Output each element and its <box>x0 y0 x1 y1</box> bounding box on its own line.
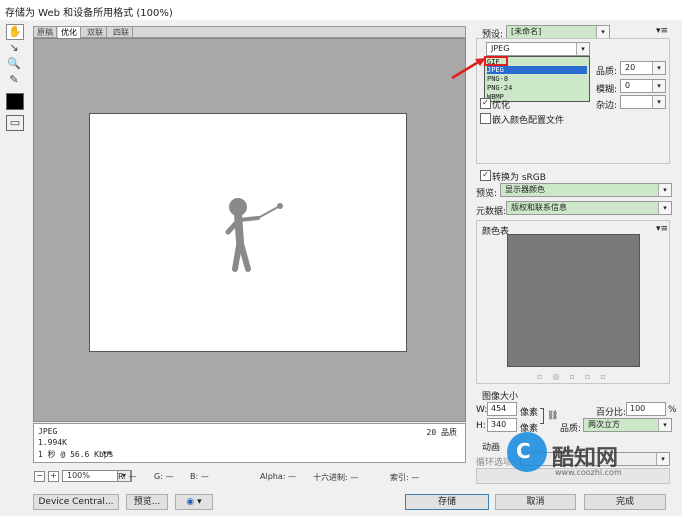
cancel-button[interactable]: 取消 <box>495 494 576 510</box>
chain-link-icon[interactable]: ⛓ <box>547 411 558 421</box>
info-menu-icon[interactable]: ▾≡ <box>102 448 112 457</box>
percent-unit: % <box>668 405 677 415</box>
image-size-label: 图像大小 <box>482 392 519 402</box>
info-quality: 20 品质 <box>426 428 457 437</box>
zoom-out-button[interactable]: − <box>34 471 45 482</box>
height-label: H: <box>476 421 486 431</box>
eyedropper-tool-icon[interactable]: ✎ <box>6 73 22 87</box>
readout-index: 索引: — <box>390 473 420 482</box>
resample-label: 品质: <box>560 424 582 434</box>
matte-select[interactable]: ▾ <box>620 95 666 109</box>
format-value: JPEG <box>491 44 510 53</box>
red-arrow-icon <box>451 58 486 80</box>
browser-globe-icon: ◉ <box>186 497 195 507</box>
preview-image <box>89 113 407 352</box>
window-title: 存储为 Web 和设备所用格式 (100%) <box>5 8 173 19</box>
preset-value: [未命名] <box>511 27 542 36</box>
blur-label: 模糊: <box>596 85 618 95</box>
browser-dropdown-arrow-icon: ▾ <box>197 497 202 507</box>
constrain-bracket <box>540 408 544 424</box>
format-arrow-icon: ▾ <box>576 43 589 55</box>
preset-arrow-icon: ▾ <box>596 26 609 38</box>
color-table-tool-icons[interactable]: ▫◎▫▫▫ <box>537 372 616 381</box>
preview-value: 显示器颜色 <box>505 185 545 194</box>
metadata-value: 版权和联系信息 <box>511 203 567 212</box>
readout-hex: 十六进制: — <box>313 473 359 482</box>
preview-select[interactable]: 显示器颜色 ▾ <box>500 183 672 197</box>
tab-4up[interactable]: 四联 <box>110 27 133 38</box>
optimization-info: JPEG 1.994K 1 秒 @ 56.6 Kbps ▾≡ 20 品质 <box>33 423 466 463</box>
metadata-arrow-icon: ▾ <box>658 202 671 214</box>
embed-profile-checkbox[interactable] <box>480 113 491 124</box>
device-central-button[interactable]: Device Central... <box>33 494 119 510</box>
quality-input[interactable]: 20 ▾ <box>620 61 666 75</box>
zoom-value: 100% <box>67 471 90 480</box>
readout-b: B: — <box>190 472 209 481</box>
color-table-menu-icon[interactable]: ▾≡ <box>656 224 668 234</box>
loop-options-label: 循环选项 <box>476 458 513 468</box>
embed-profile-label: 嵌入颜色配置文件 <box>492 116 565 126</box>
preset-menu-icon[interactable]: ▾≡ <box>656 26 668 36</box>
resample-select[interactable]: 两次立方 ▾ <box>583 418 672 432</box>
stick-figure-illustration <box>225 198 283 272</box>
format-select[interactable]: JPEG ▾ <box>486 42 590 56</box>
readout-r: R: — <box>118 472 137 481</box>
tab-optimized[interactable]: 优化 <box>58 27 81 38</box>
convert-srgb-label: 转换为 sRGB <box>492 173 546 183</box>
width-label: W: <box>476 405 488 415</box>
coozhi-logo-icon: C <box>507 432 547 472</box>
browser-preview-button[interactable]: ◉ ▾ <box>175 494 213 510</box>
format-option-png8[interactable]: PNG-8 <box>487 75 508 83</box>
optimized-label: 优化 <box>492 101 511 111</box>
zoom-tool-icon[interactable]: 🔍 <box>6 57 22 71</box>
blur-value: 0 <box>625 81 631 90</box>
blur-arrow-icon: ▾ <box>652 80 665 92</box>
matte-label: 杂边: <box>596 101 618 111</box>
readout-g: G: — <box>154 472 174 481</box>
color-table-label: 颜色表 <box>482 227 510 237</box>
title-bar: 存储为 Web 和设备所用格式 (100%) <box>0 0 682 20</box>
matte-arrow-icon: ▾ <box>652 96 665 108</box>
format-option-jpeg[interactable]: JPEG <box>487 66 587 74</box>
info-format: JPEG <box>38 427 58 436</box>
height-input[interactable]: 340 <box>487 418 517 432</box>
preset-select[interactable]: [未命名] ▾ <box>506 25 610 39</box>
format-option-png24[interactable]: PNG-24 <box>487 84 512 92</box>
watermark-url: www.coozhi.com <box>555 468 622 477</box>
eyedropper-color-swatch[interactable] <box>6 93 24 110</box>
quality-arrow-icon: ▾ <box>652 62 665 74</box>
save-button[interactable]: 存储 <box>405 494 489 510</box>
zoom-in-button[interactable]: + <box>48 471 59 482</box>
metadata-select[interactable]: 版权和联系信息 ▾ <box>506 201 672 215</box>
animation-label: 动画 <box>482 443 501 453</box>
info-file-size: 1.994K <box>38 438 67 447</box>
quality-label: 品质: <box>596 67 618 77</box>
status-bar: − + 100% ▾ R: — G: — B: — Alpha: — 十六进制:… <box>29 470 479 484</box>
hand-tool-icon[interactable]: ✋ <box>6 24 24 40</box>
readout-alpha: Alpha: — <box>260 472 296 481</box>
quality-value: 20 <box>625 63 636 72</box>
tab-2up[interactable]: 双联 <box>84 27 107 38</box>
preview-arrow-icon: ▾ <box>658 184 671 196</box>
done-button[interactable]: 完成 <box>584 494 666 510</box>
preview-label: 预览: <box>476 189 498 199</box>
blur-input[interactable]: 0 ▾ <box>620 79 666 93</box>
view-tabs: 原稿 优化 双联 四联 <box>33 26 466 38</box>
loop-arrow-icon: ▾ <box>656 453 669 465</box>
percent-label: 百分比: <box>596 408 627 418</box>
slice-select-tool-icon[interactable]: ↘ <box>6 41 22 55</box>
preview-button[interactable]: 预览... <box>126 494 168 510</box>
resample-arrow-icon: ▾ <box>658 419 671 431</box>
color-table-swatches[interactable] <box>507 234 640 367</box>
width-input[interactable]: 454 <box>487 402 517 416</box>
convert-srgb-checkbox[interactable]: ✓ <box>480 170 491 181</box>
metadata-label: 元数据: <box>476 207 507 217</box>
optimized-checkbox[interactable]: ✓ <box>480 98 491 109</box>
tab-original[interactable]: 原稿 <box>34 27 57 38</box>
toggle-slices-icon[interactable]: ▭ <box>6 115 24 131</box>
percent-input[interactable]: 100 <box>626 402 666 416</box>
width-unit: 像素 <box>520 408 539 418</box>
resample-value: 两次立方 <box>588 420 620 429</box>
